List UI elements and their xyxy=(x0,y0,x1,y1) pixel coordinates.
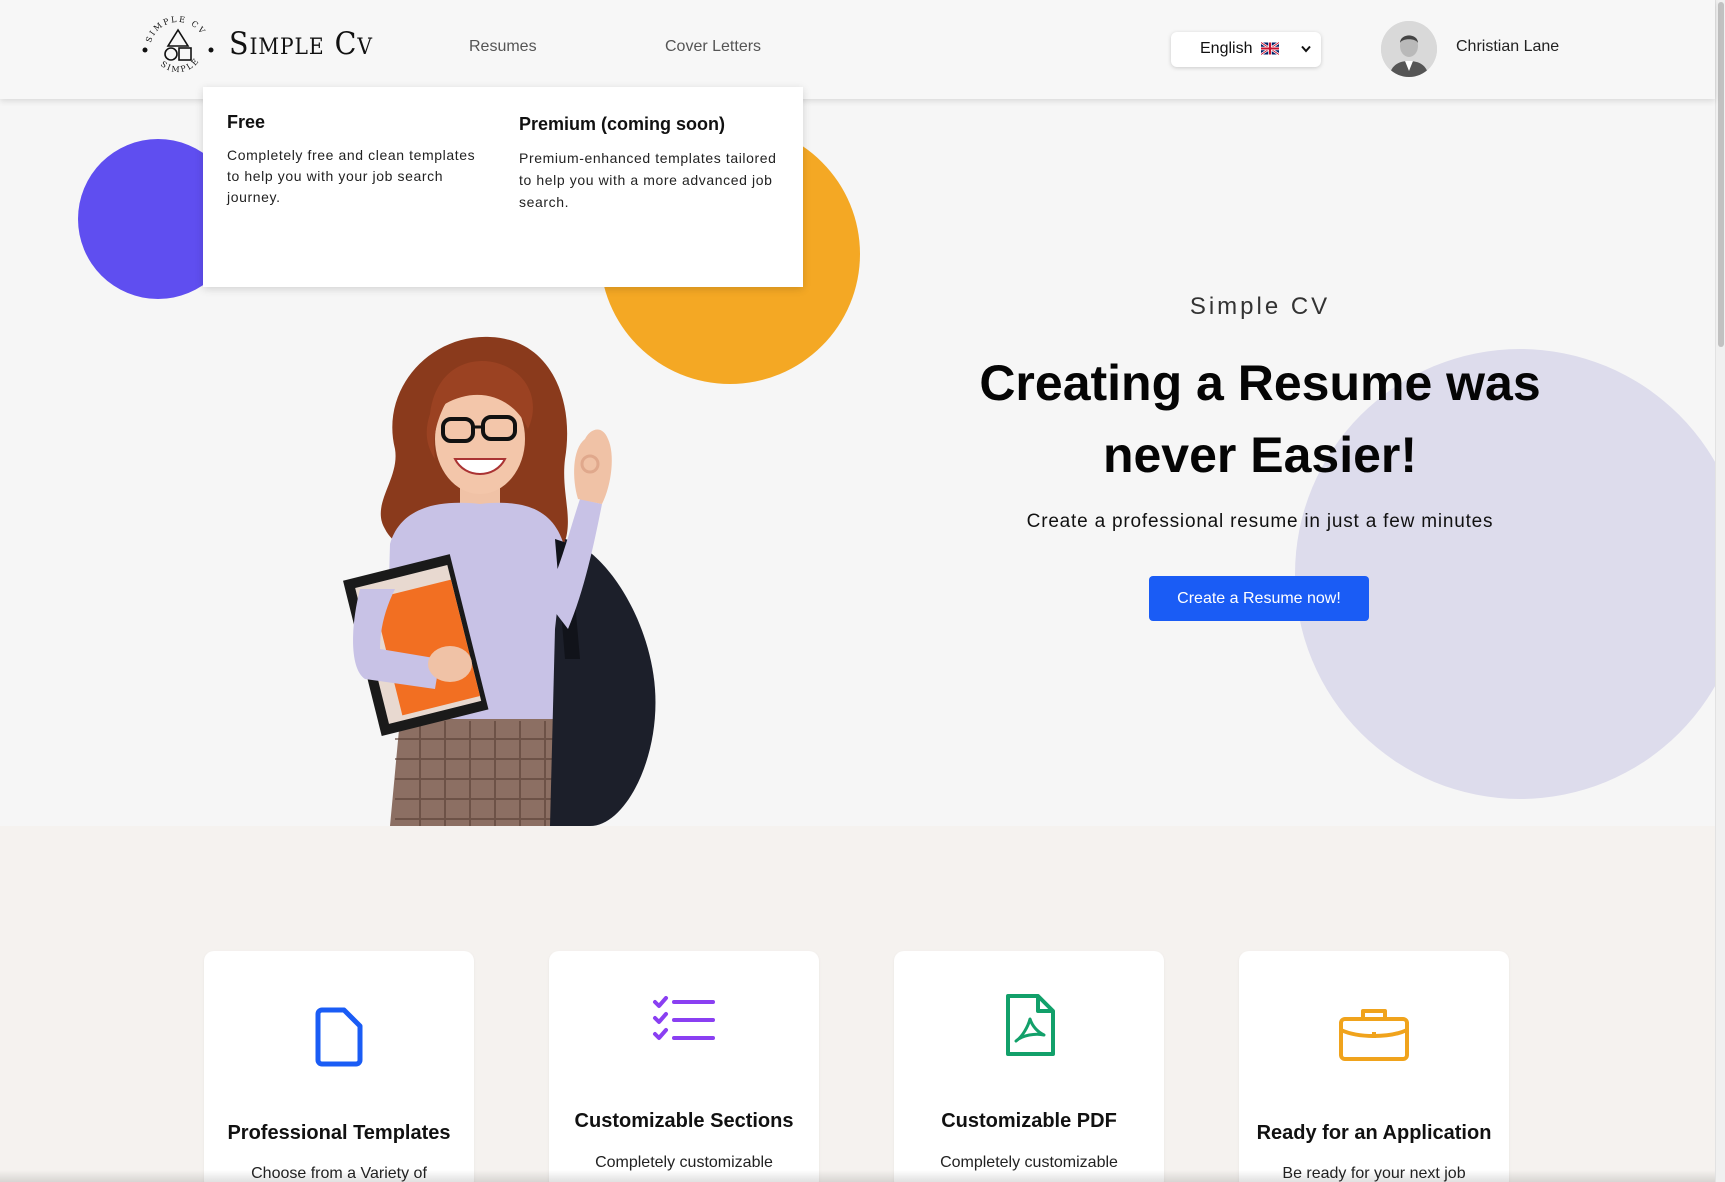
dropdown-premium-description: Premium-enhanced templates tailored to h… xyxy=(519,150,777,210)
logo-wordmark: Simple Cv xyxy=(229,26,373,62)
features-section: Professional Templates Choose from a Var… xyxy=(0,826,1715,1182)
uk-flag-icon xyxy=(1261,42,1279,55)
dropdown-free-description: Completely free and clean templates to h… xyxy=(227,147,476,205)
user-avatar-icon[interactable] xyxy=(1381,21,1437,77)
nav-cover-letters[interactable]: Cover Letters xyxy=(665,38,761,56)
dropdown-item-premium[interactable]: Premium (coming soon) Premium-enhanced t… xyxy=(519,114,784,213)
feature-card-professional-templates: Professional Templates Choose from a Var… xyxy=(204,951,474,1182)
logo-emblem-icon: SIMPLE CV SIMPLE xyxy=(142,15,214,75)
page-scrollbar[interactable] xyxy=(1715,0,1725,1182)
hero-title-line-1: Creating a Resume was xyxy=(979,355,1541,411)
user-name[interactable]: Christian Lane xyxy=(1456,38,1559,56)
dropdown-free-title: Free xyxy=(227,112,266,132)
briefcase-icon xyxy=(1339,1009,1409,1061)
feature-title: Ready for an Application xyxy=(1256,1122,1492,1144)
avatar-silhouette-icon xyxy=(1381,21,1437,77)
hero-title-line-2: never Easier! xyxy=(1102,427,1418,483)
document-icon xyxy=(315,1007,363,1067)
top-navbar: SIMPLE CV SIMPLE Simple Cv Resumes Cover… xyxy=(0,0,1715,99)
nav-resumes[interactable]: Resumes xyxy=(469,38,537,56)
svg-text:SIMPLE CV: SIMPLE CV xyxy=(144,15,208,44)
svg-text:SIMPLE: SIMPLE xyxy=(159,56,202,75)
site-logo[interactable]: SIMPLE CV SIMPLE Simple Cv xyxy=(140,12,372,82)
pdf-file-icon xyxy=(1006,994,1055,1056)
checklist-icon xyxy=(653,996,715,1040)
feature-card-customizable-pdf: Customizable PDF Completely customizable xyxy=(894,951,1164,1182)
create-resume-button[interactable]: Create a Resume now! xyxy=(1149,576,1369,621)
resumes-dropdown-menu: Free Completely free and clean templates… xyxy=(203,87,803,287)
dropdown-premium-title: Premium (coming soon) xyxy=(519,114,726,134)
dropdown-item-free[interactable]: Free Completely free and clean templates… xyxy=(227,112,492,208)
hero-student-illustration xyxy=(343,336,656,826)
chevron-down-icon xyxy=(1301,45,1311,53)
language-selected-value: English xyxy=(1200,40,1253,57)
feature-title: Customizable Sections xyxy=(574,1110,794,1132)
feature-card-ready-for-application: Ready for an Application Be ready for yo… xyxy=(1239,951,1509,1182)
hero-subtitle: Simple CV xyxy=(1189,293,1331,320)
feature-card-customizable-sections: Customizable Sections Completely customi… xyxy=(549,951,819,1182)
feature-title: Professional Templates xyxy=(227,1122,451,1144)
hero-title: Creating a Resume was never Easier! xyxy=(940,347,1580,491)
scrollbar-thumb[interactable] xyxy=(1718,2,1724,347)
feature-title: Customizable PDF xyxy=(941,1110,1117,1132)
language-select[interactable]: English xyxy=(1171,32,1321,67)
bottom-shadow xyxy=(0,1170,1715,1182)
hero-tagline: Create a professional resume in just a f… xyxy=(1026,511,1494,532)
